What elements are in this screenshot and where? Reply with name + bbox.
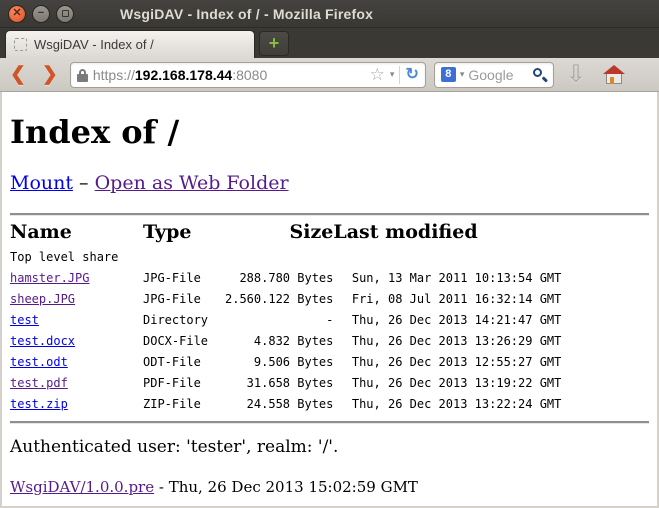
- file-type: JPG-File: [143, 289, 225, 310]
- table-row: sheep.JPG JPG-File 2.560.122 Bytes Fri, …: [10, 289, 561, 310]
- wsgidav-version-link[interactable]: WsgiDAV/1.0.0.pre: [10, 478, 154, 496]
- urlbar-divider: [399, 66, 400, 84]
- file-listing-table: Name Type Size Last modified Top level s…: [10, 221, 561, 415]
- forward-button[interactable]: ❯: [38, 65, 62, 84]
- file-type: ODT-File: [143, 352, 225, 373]
- table-row: test Directory - Thu, 26 Dec 2013 14:21:…: [10, 310, 561, 331]
- back-button[interactable]: ❮: [6, 65, 30, 84]
- file-type: JPG-File: [143, 268, 225, 289]
- home-icon[interactable]: [602, 65, 626, 85]
- table-row: test.pdf PDF-File 31.658 Bytes Thu, 26 D…: [10, 373, 561, 394]
- tab-title: WsgiDAV - Index of /: [34, 37, 154, 52]
- titlebar: ✕ − WsgiDAV - Index of / - Mozilla Firef…: [0, 0, 659, 28]
- search-icon[interactable]: [533, 68, 547, 82]
- col-header-size: Size: [225, 221, 333, 247]
- table-row: test.docx DOCX-File 4.832 Bytes Thu, 26 …: [10, 331, 561, 352]
- file-modified: Thu, 26 Dec 2013 14:21:47 GMT: [333, 310, 561, 331]
- window-title: WsgiDAV - Index of / - Mozilla Firefox: [120, 6, 373, 22]
- table-row: test.zip ZIP-File 24.558 Bytes Thu, 26 D…: [10, 394, 561, 415]
- new-tab-button[interactable]: +: [259, 31, 289, 56]
- file-link[interactable]: hamster.JPG: [10, 271, 89, 285]
- file-type: Directory: [143, 310, 225, 331]
- search-box[interactable]: 8 ▾ Google: [434, 62, 554, 88]
- file-link[interactable]: test.pdf: [10, 376, 68, 390]
- file-modified: Thu, 26 Dec 2013 13:19:22 GMT: [333, 373, 561, 394]
- open-as-web-folder-link[interactable]: Open as Web Folder: [95, 172, 289, 194]
- bookmark-star-icon[interactable]: ☆: [370, 66, 385, 83]
- file-link[interactable]: test: [10, 313, 39, 327]
- col-header-name: Name: [10, 221, 143, 247]
- navigation-toolbar: ❮ ❯ https://192.168.178.44:8080 ☆ ▾ ↻ 8 …: [0, 58, 659, 92]
- maximize-icon[interactable]: [56, 5, 74, 23]
- file-link[interactable]: test.odt: [10, 355, 68, 369]
- col-header-type: Type: [143, 221, 225, 247]
- search-engine-dropdown-icon[interactable]: ▾: [460, 70, 465, 79]
- url-text[interactable]: https://192.168.178.44:8080: [93, 67, 365, 83]
- auth-status: Authenticated user: 'tester', realm: '/'…: [10, 437, 649, 457]
- file-size: 4.832 Bytes: [225, 331, 333, 352]
- url-bar[interactable]: https://192.168.178.44:8080 ☆ ▾ ↻: [70, 62, 426, 88]
- window-controls: ✕ −: [8, 5, 74, 23]
- table-header-row: Name Type Size Last modified: [10, 221, 561, 247]
- page-title: Index of /: [10, 113, 649, 151]
- file-size: 9.506 Bytes: [225, 352, 333, 373]
- file-modified: Sun, 13 Mar 2011 10:13:54 GMT: [333, 268, 561, 289]
- share-note: Top level share: [10, 247, 561, 268]
- tab-wsgidav[interactable]: WsgiDAV - Index of /: [5, 30, 255, 58]
- table-row: hamster.JPG JPG-File 288.780 Bytes Sun, …: [10, 268, 561, 289]
- url-scheme: https://: [93, 67, 135, 83]
- server-footer: WsgiDAV/1.0.0.pre - Thu, 26 Dec 2013 15:…: [10, 478, 649, 496]
- reload-icon[interactable]: ↻: [405, 67, 418, 83]
- file-type: PDF-File: [143, 373, 225, 394]
- urlbar-dropdown-icon[interactable]: ▾: [390, 70, 395, 79]
- col-header-modified: Last modified: [333, 221, 561, 247]
- file-modified: Fri, 08 Jul 2011 16:32:14 GMT: [333, 289, 561, 310]
- divider-top: [10, 213, 649, 215]
- mount-link[interactable]: Mount: [10, 172, 73, 194]
- file-size: -: [225, 310, 333, 331]
- file-type: ZIP-File: [143, 394, 225, 415]
- file-link[interactable]: test.docx: [10, 334, 75, 348]
- action-links: Mount – Open as Web Folder: [10, 172, 649, 194]
- google-engine-icon[interactable]: 8: [441, 67, 456, 82]
- link-separator: –: [73, 172, 95, 194]
- server-timestamp: - Thu, 26 Dec 2013 15:02:59 GMT: [154, 478, 418, 496]
- search-input[interactable]: Google: [468, 67, 528, 83]
- favicon-placeholder-icon: [14, 38, 27, 51]
- file-modified: Thu, 26 Dec 2013 13:22:24 GMT: [333, 394, 561, 415]
- file-type: DOCX-File: [143, 331, 225, 352]
- file-size: 31.658 Bytes: [225, 373, 333, 394]
- close-icon[interactable]: ✕: [8, 5, 26, 23]
- lock-icon: [77, 69, 88, 82]
- table-row: test.odt ODT-File 9.506 Bytes Thu, 26 De…: [10, 352, 561, 373]
- page-content: Index of / Mount – Open as Web Folder Na…: [0, 92, 659, 508]
- file-link[interactable]: sheep.JPG: [10, 292, 75, 306]
- table-note-row: Top level share: [10, 247, 561, 268]
- file-size: 2.560.122 Bytes: [225, 289, 333, 310]
- file-link[interactable]: test.zip: [10, 397, 68, 411]
- divider-bottom: [10, 421, 649, 423]
- url-port: :8080: [232, 67, 267, 83]
- minimize-icon[interactable]: −: [32, 5, 50, 23]
- downloads-icon[interactable]: ⇩: [566, 63, 586, 87]
- file-size: 24.558 Bytes: [225, 394, 333, 415]
- file-size: 288.780 Bytes: [225, 268, 333, 289]
- firefox-window: ✕ − WsgiDAV - Index of / - Mozilla Firef…: [0, 0, 659, 508]
- tab-strip: WsgiDAV - Index of / +: [0, 28, 659, 58]
- file-modified: Thu, 26 Dec 2013 13:26:29 GMT: [333, 331, 561, 352]
- url-host: 192.168.178.44: [135, 67, 232, 83]
- file-modified: Thu, 26 Dec 2013 12:55:27 GMT: [333, 352, 561, 373]
